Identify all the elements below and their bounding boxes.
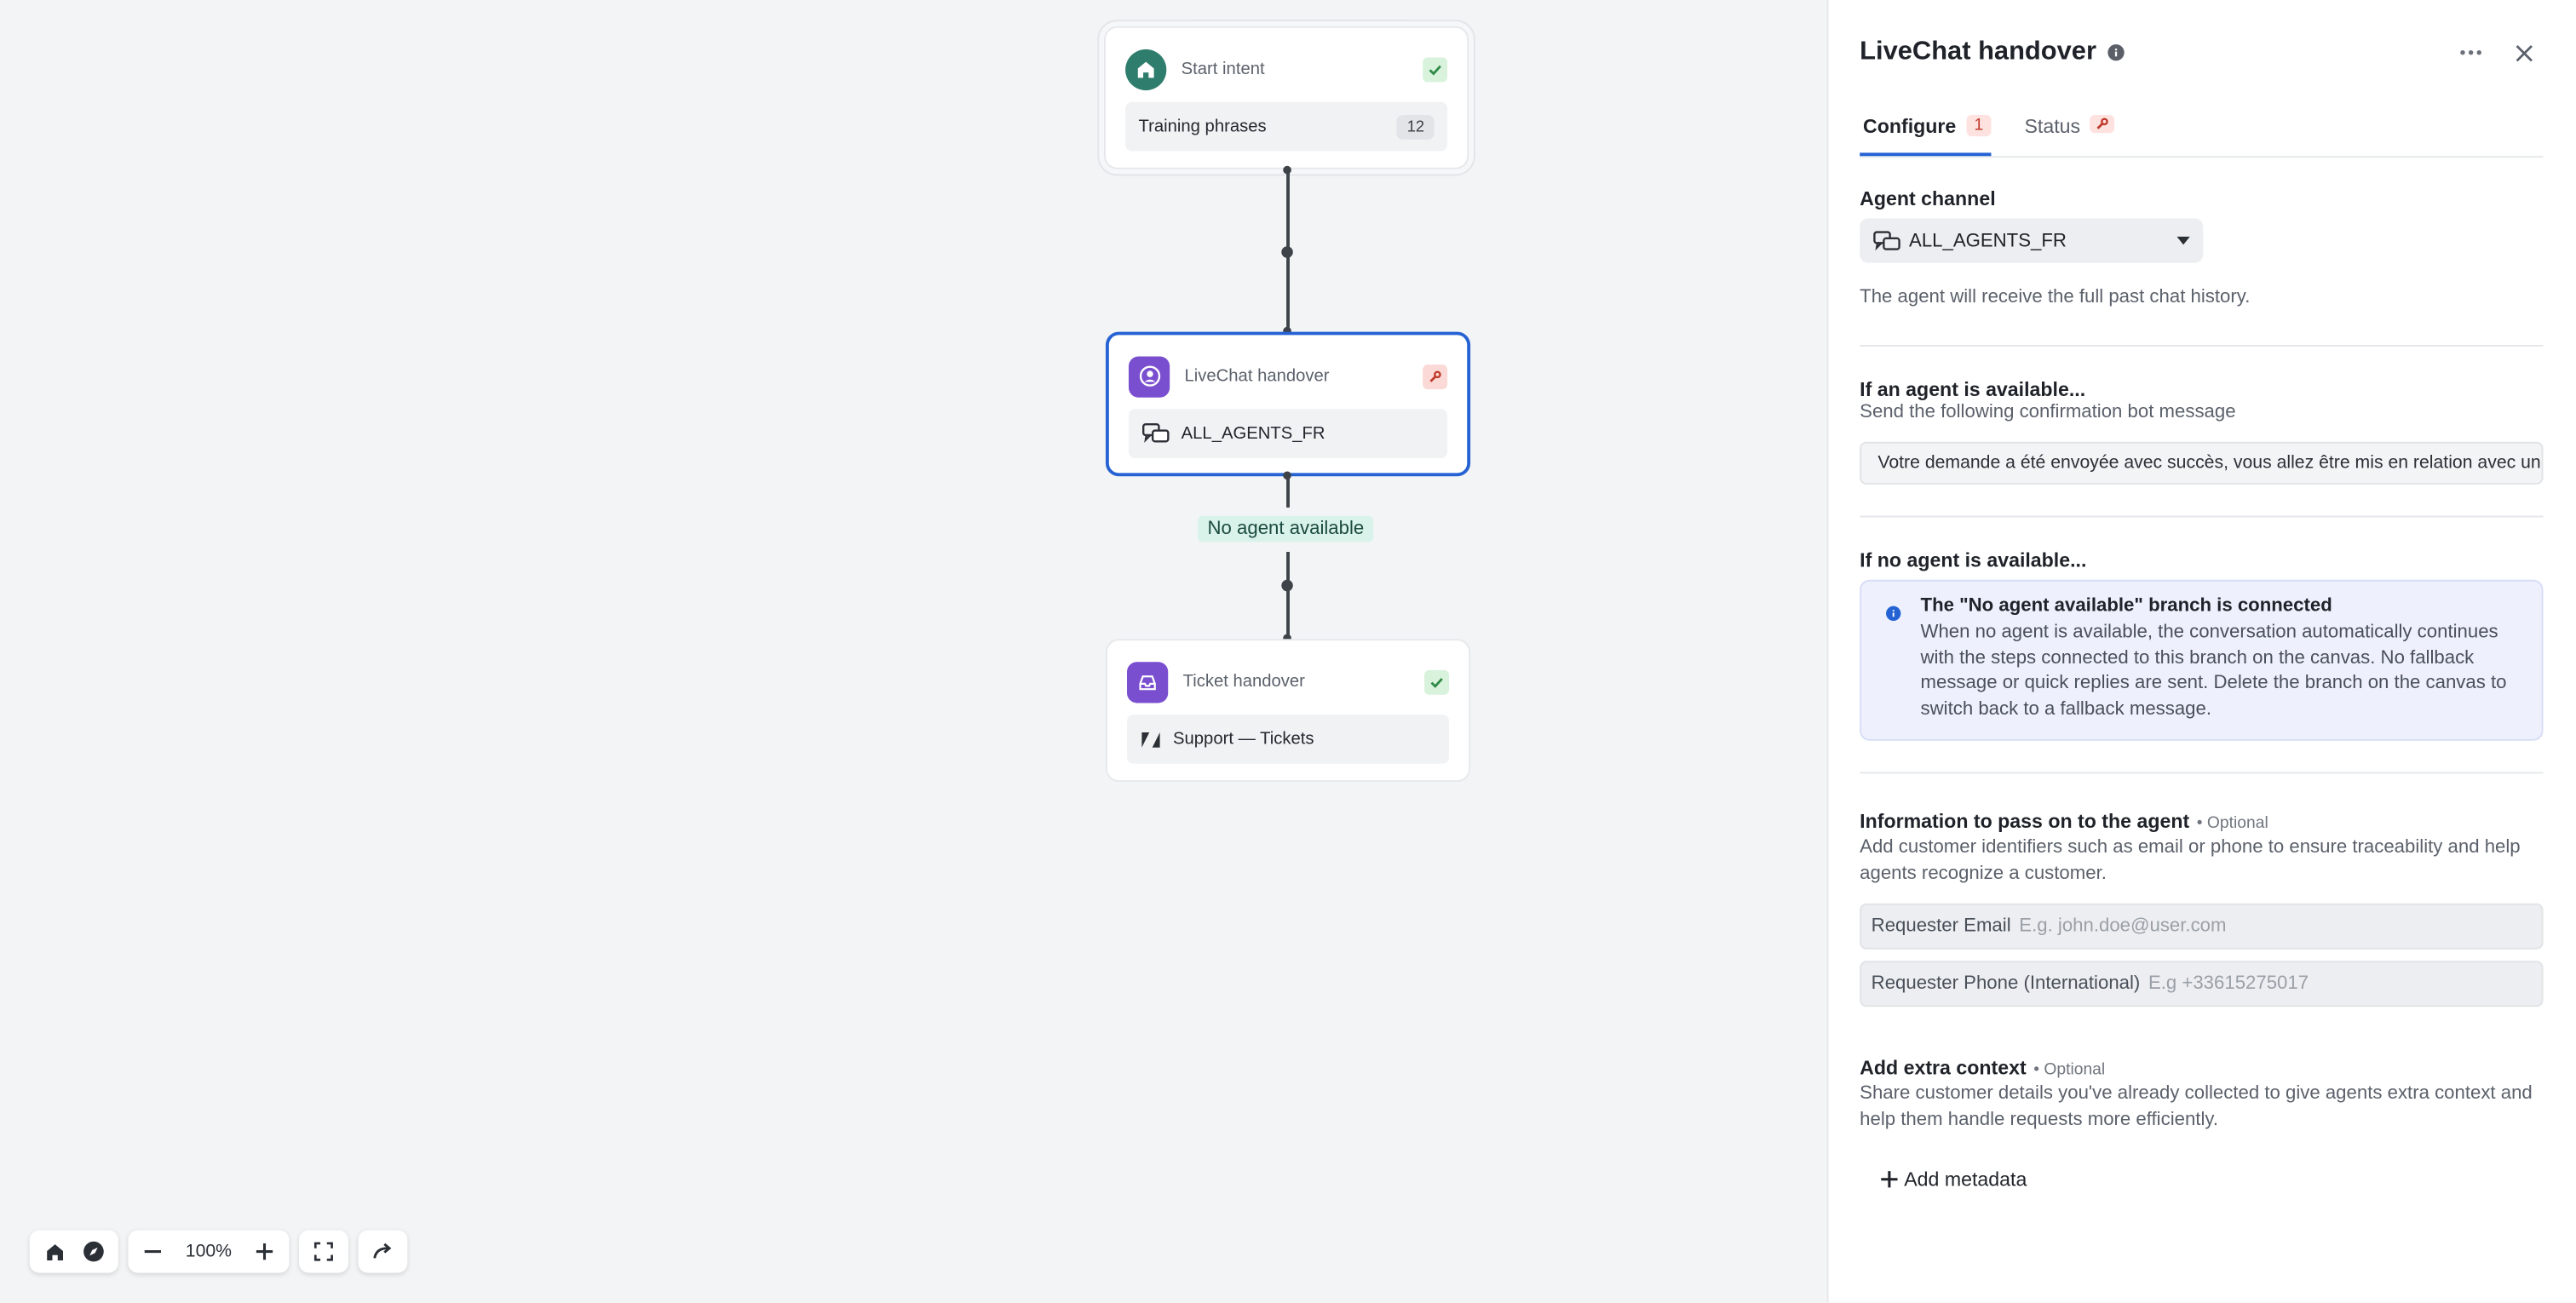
requester-phone-field[interactable]: Requester Phone (International) bbox=[1860, 961, 2544, 1007]
field-label: Requester Email bbox=[1871, 916, 2011, 937]
ticket-destination-row[interactable]: Support — Tickets bbox=[1127, 714, 1450, 764]
agent-channel-value: ALL_AGENTS_FR bbox=[1909, 230, 2067, 251]
ticket-handover-node[interactable]: Ticket handover Support — Tickets bbox=[1105, 639, 1471, 783]
training-phrases-count: 12 bbox=[1397, 114, 1435, 139]
close-icon bbox=[2515, 44, 2532, 61]
info-icon[interactable] bbox=[2107, 44, 2125, 61]
callout-title: The "No agent available" branch is conne… bbox=[1920, 596, 2332, 617]
home-icon bbox=[46, 1243, 63, 1260]
requester-email-field[interactable]: Requester Email bbox=[1860, 903, 2544, 950]
zoom-level: 100% bbox=[185, 1242, 233, 1262]
livechat-handover-node[interactable]: LiveChat handover ALL_AGENTS_FR bbox=[1105, 331, 1471, 477]
curved-arrow-icon bbox=[373, 1243, 392, 1259]
node-title: Start intent bbox=[1181, 59, 1265, 79]
compass-button[interactable] bbox=[74, 1231, 113, 1271]
info-icon bbox=[1886, 606, 1901, 622]
connector-port[interactable] bbox=[1283, 471, 1291, 480]
confirmation-message-input[interactable]: Votre demande a été envoyée avec succès,… bbox=[1860, 441, 2544, 485]
issues-count-badge: 1 bbox=[1965, 115, 1992, 137]
connector-line bbox=[1286, 476, 1290, 508]
inbox-icon bbox=[1127, 661, 1169, 703]
tab-configure[interactable]: Configure 1 bbox=[1860, 105, 1992, 157]
agent-channel-select[interactable]: ALL_AGENTS_FR bbox=[1860, 218, 2204, 263]
close-panel-button[interactable] bbox=[2504, 33, 2543, 72]
plus-icon bbox=[1881, 1171, 1898, 1188]
extra-context-desc: Share customer details you've already co… bbox=[1860, 1083, 2533, 1129]
add-metadata-button[interactable]: Add metadata bbox=[1860, 1168, 2543, 1191]
more-options-button[interactable] bbox=[2451, 33, 2490, 72]
zoom-in-button[interactable] bbox=[244, 1231, 284, 1271]
start-intent-node[interactable]: Start intent Training phrases 12 bbox=[1104, 26, 1469, 169]
tab-status[interactable]: Status bbox=[2021, 105, 2115, 156]
step-config-panel: LiveChat handover Configure 1 Status Age… bbox=[1826, 0, 2576, 1303]
wrench-icon bbox=[1423, 364, 1448, 389]
expand-icon bbox=[313, 1242, 333, 1261]
chat-channel-icon bbox=[1141, 422, 1170, 445]
no-agent-branch-label[interactable]: No agent available bbox=[1197, 515, 1374, 542]
fit-group bbox=[299, 1230, 348, 1273]
node-body-label: ALL_AGENTS_FR bbox=[1181, 423, 1325, 444]
auto-layout-button[interactable] bbox=[363, 1231, 402, 1271]
connector-handle[interactable] bbox=[1281, 579, 1293, 592]
node-body-label: Support — Tickets bbox=[1173, 729, 1314, 749]
caret-down-icon bbox=[2176, 236, 2190, 245]
extra-context-label: Add extra context bbox=[1860, 1056, 2027, 1080]
agent-channel-label: Agent channel bbox=[1860, 187, 1996, 210]
zoom-out-button[interactable] bbox=[133, 1231, 172, 1271]
training-phrases-row[interactable]: Training phrases 12 bbox=[1125, 101, 1448, 152]
compass-icon bbox=[83, 1241, 104, 1262]
panel-title: LiveChat handover bbox=[1860, 37, 2096, 66]
agent-channel-help: The agent will receive the full past cha… bbox=[1860, 287, 2251, 307]
connector-handle[interactable] bbox=[1281, 246, 1293, 258]
info-pass-desc: Add customer identifiers such as email o… bbox=[1860, 837, 2521, 883]
node-title: Ticket handover bbox=[1182, 671, 1305, 692]
connector-line bbox=[1286, 552, 1290, 640]
minus-icon bbox=[144, 1250, 162, 1254]
zoom-group: 100% bbox=[128, 1230, 290, 1273]
requester-email-input[interactable] bbox=[2019, 916, 2532, 937]
ellipsis-icon bbox=[2460, 50, 2481, 55]
flow-canvas[interactable]: Start intent Training phrases 12 LiveCha… bbox=[0, 0, 1827, 1303]
node-body-label: Training phrases bbox=[1138, 116, 1267, 137]
home-button[interactable] bbox=[35, 1231, 74, 1271]
optional-tag: • Optional bbox=[2196, 814, 2268, 833]
no-agent-label: If no agent is available... bbox=[1860, 548, 2087, 572]
chat-channel-icon bbox=[1873, 229, 1901, 252]
wrench-icon bbox=[2090, 115, 2115, 134]
no-agent-branch-callout: The "No agent available" branch is conne… bbox=[1860, 579, 2544, 741]
agent-channel-row[interactable]: ALL_AGENTS_FR bbox=[1128, 409, 1448, 459]
check-icon bbox=[1423, 56, 1448, 82]
info-pass-label: Information to pass on to the agent bbox=[1860, 809, 2190, 833]
field-label: Requester Phone (International) bbox=[1871, 973, 2141, 994]
agent-icon bbox=[1128, 355, 1170, 397]
callout-text: When no agent is available, the conversa… bbox=[1920, 622, 2507, 719]
zendesk-icon bbox=[1140, 730, 1161, 748]
connector-port[interactable] bbox=[1283, 165, 1291, 175]
layout-group bbox=[358, 1230, 408, 1273]
home-icon bbox=[1125, 48, 1167, 90]
node-title: LiveChat handover bbox=[1184, 366, 1330, 387]
optional-tag: • Optional bbox=[2033, 1060, 2106, 1080]
agent-available-sub: Send the following confirmation bot mess… bbox=[1860, 401, 2236, 422]
panel-tabs: Configure 1 Status bbox=[1860, 105, 2544, 158]
requester-phone-input[interactable] bbox=[2148, 973, 2532, 994]
agent-available-label: If an agent is available... bbox=[1860, 376, 2086, 400]
tab-label: Configure bbox=[1863, 115, 1957, 139]
tab-label: Status bbox=[2024, 115, 2081, 139]
fit-view-button[interactable] bbox=[304, 1231, 343, 1271]
canvas-toolbar: 100% bbox=[29, 1230, 408, 1273]
nav-group bbox=[29, 1230, 118, 1273]
check-icon bbox=[1424, 669, 1450, 694]
add-metadata-label: Add metadata bbox=[1904, 1168, 2027, 1191]
plus-icon bbox=[256, 1243, 273, 1260]
